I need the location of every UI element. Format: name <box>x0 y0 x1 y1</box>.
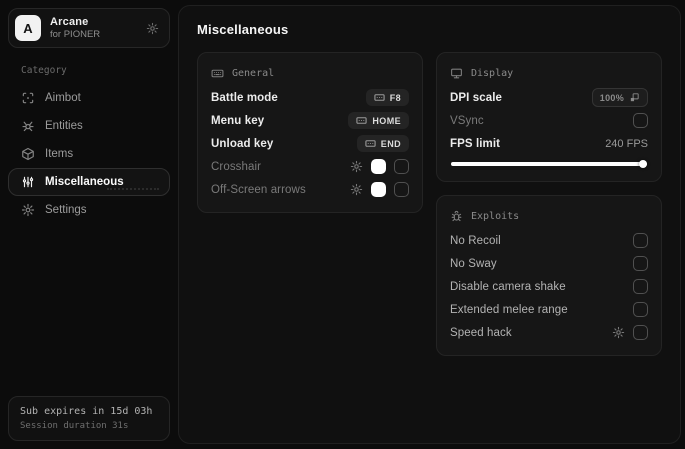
keyboard-icon <box>211 67 224 80</box>
sidebar: A Arcane for PIONER Category Aimbot Enti… <box>0 0 178 449</box>
main-panel: Miscellaneous General Battle mode F8 Men… <box>178 5 681 444</box>
sidebar-item-entities[interactable]: Entities <box>8 112 170 140</box>
panel-title: General <box>232 67 275 79</box>
watermark-dots <box>107 188 159 190</box>
brand-name: Arcane <box>50 16 89 28</box>
setting-row-disable-camera-shake: Disable camera shake <box>450 275 648 298</box>
sub-expires-text: Sub expires in 15d 03h <box>20 406 153 417</box>
keyboard-icon <box>365 138 376 149</box>
offscreen-arrows-checkbox[interactable] <box>394 182 409 197</box>
panel-title: Exploits <box>471 210 520 222</box>
setting-row-unload-key: Unload key END <box>211 132 409 155</box>
brand-subtitle: for PIONER <box>50 29 101 40</box>
sidebar-item-label: Items <box>45 148 74 160</box>
color-swatch[interactable] <box>371 159 386 174</box>
keyboard-icon <box>374 92 385 103</box>
keyboard-icon <box>356 115 368 126</box>
sidebar-item-label: Entities <box>45 120 83 132</box>
general-panel: General Battle mode F8 Menu key HOME Unl… <box>197 52 423 213</box>
subscription-card: Sub expires in 15d 03h Session duration … <box>8 396 170 441</box>
keybind-menu-key[interactable]: HOME <box>348 112 409 129</box>
sidebar-item-items[interactable]: Items <box>8 140 170 168</box>
sliders-icon <box>21 175 35 189</box>
dpi-scale-select[interactable]: 100% <box>591 88 648 107</box>
setting-row-battle-mode: Battle mode F8 <box>211 86 409 109</box>
sidebar-item-label: Miscellaneous <box>45 176 124 188</box>
brand-logo: A <box>15 15 41 41</box>
session-duration-text: Session duration 31s <box>20 421 129 431</box>
page-title: Miscellaneous <box>197 22 289 37</box>
brand-card: A Arcane for PIONER <box>8 8 170 48</box>
exploits-panel: Exploits No Recoil No Sway Disable camer… <box>436 195 662 356</box>
setting-row-fps-limit: FPS limit 240 FPS <box>450 137 648 150</box>
setting-row-offscreen-arrows: Off-Screen arrows <box>211 178 409 201</box>
setting-row-extended-melee-range: Extended melee range <box>450 298 648 321</box>
display-panel: Display DPI scale 100% VSync FPS limit 2… <box>436 52 662 182</box>
slider-knob[interactable] <box>639 160 647 168</box>
gear-icon[interactable] <box>612 326 625 339</box>
sidebar-nav: Aimbot Entities Items Miscellaneous Sett… <box>8 84 170 224</box>
setting-row-no-sway: No Sway <box>450 252 648 275</box>
setting-row-dpi-scale: DPI scale 100% <box>450 86 648 109</box>
category-label: Category <box>21 65 67 76</box>
no-recoil-checkbox[interactable] <box>633 233 648 248</box>
no-sway-checkbox[interactable] <box>633 256 648 271</box>
disable-camera-shake-checkbox[interactable] <box>633 279 648 294</box>
sidebar-item-label: Aimbot <box>45 92 81 104</box>
fps-limit-slider[interactable] <box>451 159 647 169</box>
gear-icon[interactable] <box>350 183 363 196</box>
monitor-icon <box>450 67 463 80</box>
keybind-unload-key[interactable]: END <box>356 135 409 152</box>
setting-row-no-recoil: No Recoil <box>450 229 648 252</box>
gear-icon[interactable] <box>350 160 363 173</box>
keybind-battle-mode[interactable]: F8 <box>365 89 409 106</box>
sidebar-item-settings[interactable]: Settings <box>8 196 170 224</box>
speed-hack-checkbox[interactable] <box>633 325 648 340</box>
extended-melee-range-checkbox[interactable] <box>633 302 648 317</box>
sidebar-item-label: Settings <box>45 204 87 216</box>
package-icon <box>21 147 35 161</box>
color-swatch[interactable] <box>371 182 386 197</box>
panel-title: Display <box>471 67 514 79</box>
setting-row-vsync: VSync <box>450 109 648 132</box>
gear-icon[interactable] <box>146 22 159 35</box>
scale-icon <box>629 92 640 103</box>
spider-icon <box>21 119 35 133</box>
bug-icon <box>450 210 463 223</box>
setting-row-speed-hack: Speed hack <box>450 321 648 344</box>
scan-icon <box>21 91 35 105</box>
gear-icon <box>21 203 35 217</box>
app-window: A Arcane for PIONER Category Aimbot Enti… <box>0 0 685 449</box>
crosshair-checkbox[interactable] <box>394 159 409 174</box>
fps-limit-value: 240 FPS <box>605 137 648 150</box>
setting-row-menu-key: Menu key HOME <box>211 109 409 132</box>
sidebar-item-aimbot[interactable]: Aimbot <box>8 84 170 112</box>
vsync-checkbox[interactable] <box>633 113 648 128</box>
sidebar-item-miscellaneous[interactable]: Miscellaneous <box>8 168 170 196</box>
setting-row-crosshair: Crosshair <box>211 155 409 178</box>
